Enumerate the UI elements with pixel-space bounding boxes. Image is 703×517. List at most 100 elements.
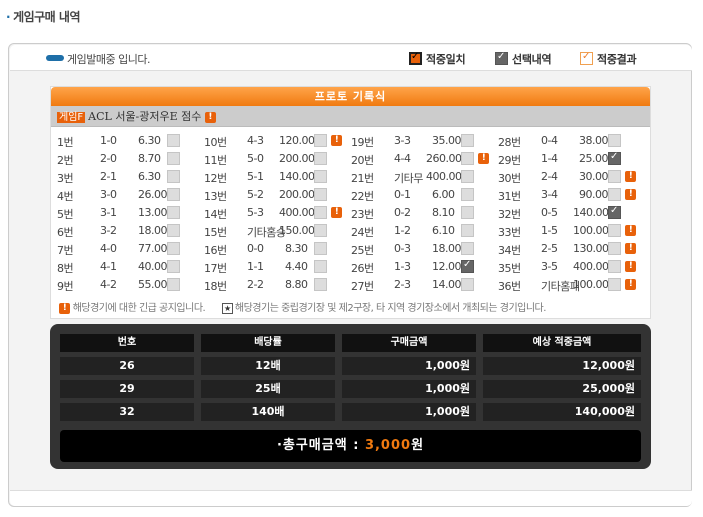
odds-row[interactable]: 15번 기타홈승 150.00 [204, 222, 349, 240]
odds-row[interactable]: 29번 1-4 25.00 [498, 150, 643, 168]
select-checkbox[interactable] [608, 242, 621, 255]
odds-row[interactable]: 6번 3-2 18.00 [57, 222, 202, 240]
odds-row[interactable]: 24번 1-2 6.10 [351, 222, 496, 240]
select-checkbox[interactable] [167, 188, 180, 201]
select-checkbox[interactable] [608, 224, 621, 237]
odds-row[interactable]: 3번 2-1 6.30 [57, 168, 202, 186]
select-checkbox[interactable] [167, 152, 180, 165]
game-number: 12번 [204, 172, 227, 185]
odds-row[interactable]: 8번 4-1 40.00 [57, 258, 202, 276]
game-number: 4번 [57, 190, 74, 203]
notice-icon: ! [625, 189, 636, 200]
row-expected: 25,000원 [483, 380, 641, 398]
odds: 260.00 [426, 152, 462, 165]
select-checkbox[interactable] [314, 242, 327, 255]
select-checkbox[interactable] [461, 278, 474, 291]
select-checkbox[interactable] [167, 134, 180, 147]
odds-row[interactable]: 2번 2-0 8.70 [57, 150, 202, 168]
select-checkbox[interactable] [461, 152, 474, 165]
odds: 18.00 [432, 242, 462, 255]
odds-row[interactable]: 30번 2-4 30.00! [498, 168, 643, 186]
odds-row[interactable]: 22번 0-1 6.00 [351, 186, 496, 204]
header-odds: 배당률 [201, 334, 335, 352]
odds-row[interactable]: 10번 4-3 120.00! [204, 132, 349, 150]
select-checkbox[interactable] [608, 278, 621, 291]
odds-row[interactable]: 35번 3-5 400.00! [498, 258, 643, 276]
odds-row[interactable]: 4번 3-0 26.00 [57, 186, 202, 204]
game-tag: 게임F [57, 112, 86, 123]
select-checkbox[interactable] [314, 134, 327, 147]
odds-row[interactable]: 18번 2-2 8.80 [204, 276, 349, 294]
score: 0-3 [394, 242, 411, 255]
odds-row[interactable]: 33번 1-5 100.00! [498, 222, 643, 240]
select-checkbox[interactable] [461, 206, 474, 219]
game-number: 14번 [204, 208, 227, 221]
select-checkbox[interactable] [167, 242, 180, 255]
score: 4-3 [247, 134, 264, 147]
game-number: 21번 [351, 172, 374, 185]
select-checkbox[interactable] [608, 188, 621, 201]
odds: 6.00 [432, 188, 455, 201]
star-icon: ★ [221, 302, 233, 314]
select-checkbox[interactable] [314, 188, 327, 201]
select-checkbox[interactable] [461, 170, 474, 183]
select-checkbox[interactable] [167, 260, 180, 273]
odds-row[interactable]: 32번 0-5 140.00 [498, 204, 643, 222]
score: 4-1 [100, 260, 117, 273]
select-checkbox[interactable] [314, 224, 327, 237]
select-checkbox[interactable] [167, 206, 180, 219]
total-amount: 3,000 [364, 438, 412, 453]
select-checkbox[interactable] [608, 260, 621, 273]
row-purchase: 1,000원 [342, 403, 476, 421]
score: 3-4 [541, 188, 558, 201]
odds-row[interactable]: 34번 2-5 130.00! [498, 240, 643, 258]
select-checkbox[interactable] [461, 224, 474, 237]
select-checkbox[interactable] [461, 134, 474, 147]
odds-row[interactable]: 13번 5-2 200.00 [204, 186, 349, 204]
odds-row[interactable]: 16번 0-0 8.30 [204, 240, 349, 258]
select-checkbox[interactable] [314, 206, 327, 219]
game-number: 1번 [57, 136, 74, 149]
select-checkbox[interactable] [461, 242, 474, 255]
odds-row[interactable]: 31번 3-4 90.00! [498, 186, 643, 204]
odds-row[interactable]: 5번 3-1 13.00 [57, 204, 202, 222]
odds-row[interactable]: 19번 3-3 35.00 [351, 132, 496, 150]
game-number: 18번 [204, 280, 227, 293]
select-checkbox[interactable] [608, 134, 621, 147]
select-checkbox[interactable] [461, 259, 474, 273]
select-checkbox[interactable] [167, 278, 180, 291]
score: 5-3 [247, 206, 264, 219]
odds: 35.00 [432, 134, 462, 147]
odds-row[interactable]: 9번 4-2 55.00 [57, 276, 202, 294]
odds-row[interactable]: 25번 0-3 18.00 [351, 240, 496, 258]
select-checkbox[interactable] [608, 170, 621, 183]
notice-icon: ! [625, 243, 636, 254]
row-purchase: 1,000원 [342, 380, 476, 398]
select-checkbox[interactable] [167, 224, 180, 237]
select-checkbox[interactable] [314, 170, 327, 183]
odds-column: 28번 0-4 38.00 29번 1-4 25.00 30번 2-4 30.00! 31번 3-4… [498, 132, 643, 294]
select-checkbox[interactable] [167, 170, 180, 183]
odds-row[interactable]: 27번 2-3 14.00 [351, 276, 496, 294]
odds-row[interactable]: 14번 5-3 400.00! [204, 204, 349, 222]
select-checkbox[interactable] [314, 260, 327, 273]
odds-row[interactable]: 1번 1-0 6.30 [57, 132, 202, 150]
odds-row[interactable]: 12번 5-1 140.00 [204, 168, 349, 186]
odds-row[interactable]: 26번 1-3 12.00 [351, 258, 496, 276]
game-number: 19번 [351, 136, 374, 149]
odds: 55.00 [138, 278, 168, 291]
odds-row[interactable]: 23번 0-2 8.10 [351, 204, 496, 222]
odds-row[interactable]: 36번 기타홈패 100.00! [498, 276, 643, 294]
odds-row[interactable]: 28번 0-4 38.00 [498, 132, 643, 150]
select-checkbox[interactable] [608, 151, 621, 165]
select-checkbox[interactable] [608, 205, 621, 219]
odds-row[interactable]: 21번 기타무 400.00 [351, 168, 496, 186]
game-number: 7번 [57, 244, 74, 257]
odds-row[interactable]: 11번 5-0 200.00 [204, 150, 349, 168]
select-checkbox[interactable] [461, 188, 474, 201]
select-checkbox[interactable] [314, 152, 327, 165]
odds-row[interactable]: 20번 4-4 260.00! [351, 150, 496, 168]
odds-row[interactable]: 7번 4-0 77.00 [57, 240, 202, 258]
select-checkbox[interactable] [314, 278, 327, 291]
odds-row[interactable]: 17번 1-1 4.40 [204, 258, 349, 276]
